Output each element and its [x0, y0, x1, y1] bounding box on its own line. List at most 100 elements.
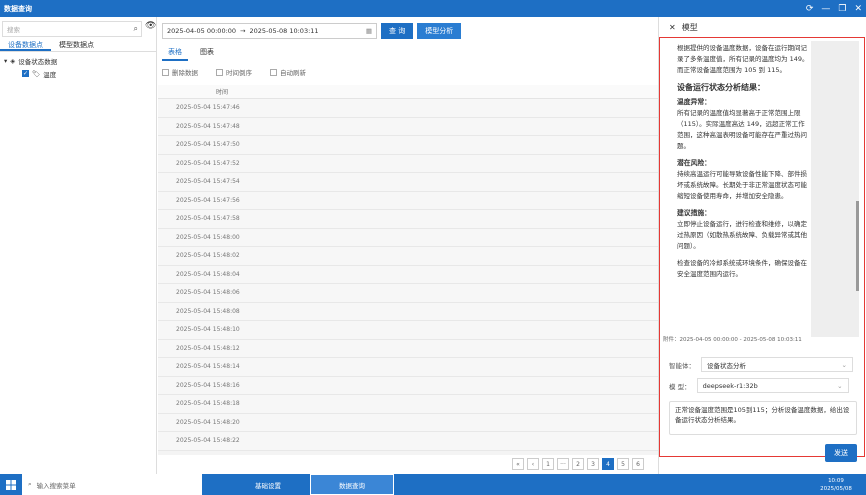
- tree-item[interactable]: ✓ 🏷 温度: [4, 67, 57, 80]
- panel-header: ✕ 模型: [659, 17, 866, 37]
- clock: 10:09 2025/05/08: [806, 477, 866, 493]
- taskbar-data-query[interactable]: 数据查询: [310, 474, 394, 495]
- clock-date: 2025/05/08: [820, 485, 852, 492]
- tab-device-points[interactable]: 设备数据点: [0, 38, 51, 51]
- caret-down-icon[interactable]: ▾: [4, 57, 7, 65]
- table-row[interactable]: 2025-05-04 15:48:00: [158, 228, 658, 247]
- model-panel: ✕ 模型 根据提供的设备温度数据，设备在运行期间记录了多条温度值，所有记录的温度…: [658, 17, 866, 474]
- row-time: 2025-05-04 15:47:48: [176, 122, 240, 130]
- table-row[interactable]: 2025-05-04 15:48:12: [158, 339, 658, 358]
- query-button[interactable]: 查 询: [381, 23, 414, 39]
- windows-icon[interactable]: [0, 479, 22, 490]
- row-time: 2025-05-04 15:48:06: [176, 289, 240, 297]
- prompt-input[interactable]: 正常设备温度范围是105到115；分析设备温度数据，给出设备运行状态分析结果。: [669, 401, 857, 435]
- table-row[interactable]: 2025-05-04 15:47:46: [158, 99, 658, 118]
- table-row[interactable]: 2025-05-04 15:47:56: [158, 191, 658, 210]
- model-select[interactable]: deepseek-r1:32b ⌄: [696, 378, 849, 393]
- checkbox[interactable]: [270, 68, 277, 76]
- table-row[interactable]: 2025-05-04 15:48:16: [158, 376, 658, 395]
- row-time: 2025-05-04 15:48:00: [176, 233, 240, 241]
- checkbox-checked[interactable]: ✓: [22, 70, 29, 77]
- row-time: 2025-05-04 15:47:50: [176, 141, 240, 149]
- table-row[interactable]: 2025-05-04 15:47:48: [158, 117, 658, 136]
- table-row[interactable]: 2025-05-04 15:48:18: [158, 395, 658, 414]
- page-button[interactable]: 6: [632, 458, 644, 470]
- page-button[interactable]: ‹: [527, 458, 539, 470]
- minimize-icon[interactable]: —: [821, 4, 830, 14]
- section-body: 所有记录的温度值均显著高于正常范围上限（115）。实际温度高达 149，远超正常…: [677, 109, 807, 150]
- table-row[interactable]: 2025-05-04 15:48:02: [158, 247, 658, 266]
- row-time: 2025-05-04 15:48:08: [176, 307, 240, 315]
- taskbar-basic-settings[interactable]: 基础设置: [226, 474, 310, 495]
- table-row[interactable]: 2025-05-04 15:48:06: [158, 284, 658, 303]
- tag-icon: 🏷: [32, 69, 41, 78]
- send-button[interactable]: 发送: [825, 444, 857, 462]
- taskbar-search[interactable]: ⌕ 输入搜索菜单: [22, 474, 202, 495]
- taskbar-search-placeholder: 输入搜索菜单: [36, 481, 76, 490]
- option-refresh[interactable]: 自动刷新: [270, 67, 306, 77]
- result-heading: 设备运行状态分析结果：: [677, 83, 765, 92]
- model-analysis-button[interactable]: 模型分析: [417, 23, 462, 39]
- refresh-icon[interactable]: ⟳: [806, 4, 814, 14]
- eye-icon[interactable]: 👁: [145, 21, 156, 31]
- page-button[interactable]: ···: [557, 458, 569, 470]
- table-row[interactable]: 2025-05-04 15:47:54: [158, 173, 658, 192]
- table-row[interactable]: 2025-05-04 15:48:08: [158, 302, 658, 321]
- left-tabs: 设备数据点 模型数据点: [0, 38, 157, 52]
- analysis-content: 根据提供的设备温度数据，设备在运行期间记录了多条温度值，所有记录的温度均为 14…: [677, 43, 811, 333]
- scroll-thumb[interactable]: [856, 201, 859, 291]
- row-time: 2025-05-04 15:48:14: [176, 363, 240, 371]
- close-icon[interactable]: ✕: [854, 4, 862, 14]
- agent-select[interactable]: 设备状态分析 ⌄: [701, 357, 853, 372]
- pagination: «‹ 1 ··· 2 3 4 5 6: [512, 458, 644, 470]
- search-icon: ⌕: [28, 480, 32, 488]
- agent-value: 设备状态分析: [707, 361, 746, 370]
- row-time: 2025-05-04 15:48:20: [176, 418, 240, 426]
- page-button[interactable]: 5: [617, 458, 629, 470]
- chevron-down-icon: ⌄: [837, 381, 843, 390]
- search-input[interactable]: 搜索 ⌕: [2, 21, 142, 37]
- close-icon[interactable]: ✕: [669, 23, 676, 32]
- taskbar: ⌕ 输入搜索菜单 基础设置 数据查询 10:09 2025/05/08: [0, 474, 866, 495]
- table-row[interactable]: 2025-05-04 15:47:58: [158, 210, 658, 229]
- table-row[interactable]: 2025-05-04 15:47:50: [158, 136, 658, 155]
- tab-table[interactable]: 表格: [162, 45, 188, 61]
- time-header: 时间: [216, 89, 229, 96]
- toolbar: 2025-04-05 00:00:00 → 2025-05-08 10:03:1…: [162, 23, 462, 39]
- page-button[interactable]: 4: [602, 458, 614, 470]
- option-label: 自动刷新: [280, 69, 306, 77]
- page-button[interactable]: 3: [587, 458, 599, 470]
- table-row[interactable]: 2025-05-04 15:48:22: [158, 432, 658, 451]
- scrollbar[interactable]: [811, 41, 859, 337]
- table-row[interactable]: 2025-05-04 15:48:04: [158, 265, 658, 284]
- row-time: 2025-05-04 15:48:22: [176, 437, 240, 445]
- table-row[interactable]: 2025-05-04 15:48:10: [158, 321, 658, 340]
- table-row[interactable]: 2025-05-04 15:48:20: [158, 413, 658, 432]
- row-time: 2025-05-04 15:48:12: [176, 344, 240, 352]
- table-row[interactable]: 2025-05-04 15:48:14: [158, 358, 658, 377]
- attachment-line: 附件：2025-04-05 00:00:00 - 2025-05-08 10:0…: [663, 337, 802, 343]
- option-delete[interactable]: 删除数据: [162, 67, 198, 77]
- page-button[interactable]: 1: [542, 458, 554, 470]
- option-reverse[interactable]: 时间倒序: [216, 67, 252, 77]
- panel-title: 模型: [681, 22, 698, 32]
- model-select-row: 模 型： deepseek-r1:32b ⌄: [669, 378, 849, 393]
- restore-icon[interactable]: ❐: [838, 4, 846, 14]
- main-tabs: 表格 图表: [162, 45, 220, 61]
- row-time: 2025-05-04 15:48:02: [176, 252, 240, 260]
- agent-select-row: 智能体： 设备状态分析 ⌄: [669, 357, 853, 372]
- search-icon[interactable]: ⌕: [134, 24, 141, 34]
- tree-group[interactable]: ▾ ◈ 设备状态数据: [4, 54, 57, 67]
- tab-chart[interactable]: 图表: [194, 45, 220, 61]
- table-row[interactable]: 2025-05-04 15:47:52: [158, 154, 658, 173]
- window-title: 数据查询: [4, 4, 32, 13]
- calendar-icon: ▦: [365, 27, 372, 35]
- checkbox[interactable]: [216, 68, 223, 76]
- page-button[interactable]: 2: [572, 458, 584, 470]
- row-time: 2025-05-04 15:47:46: [176, 104, 240, 112]
- page-button[interactable]: «: [512, 458, 524, 470]
- section-title: 建议措施：: [677, 209, 711, 217]
- tab-model-points[interactable]: 模型数据点: [51, 38, 102, 51]
- checkbox[interactable]: [162, 68, 169, 76]
- date-range-picker[interactable]: 2025-04-05 00:00:00 → 2025-05-08 10:03:1…: [162, 23, 377, 39]
